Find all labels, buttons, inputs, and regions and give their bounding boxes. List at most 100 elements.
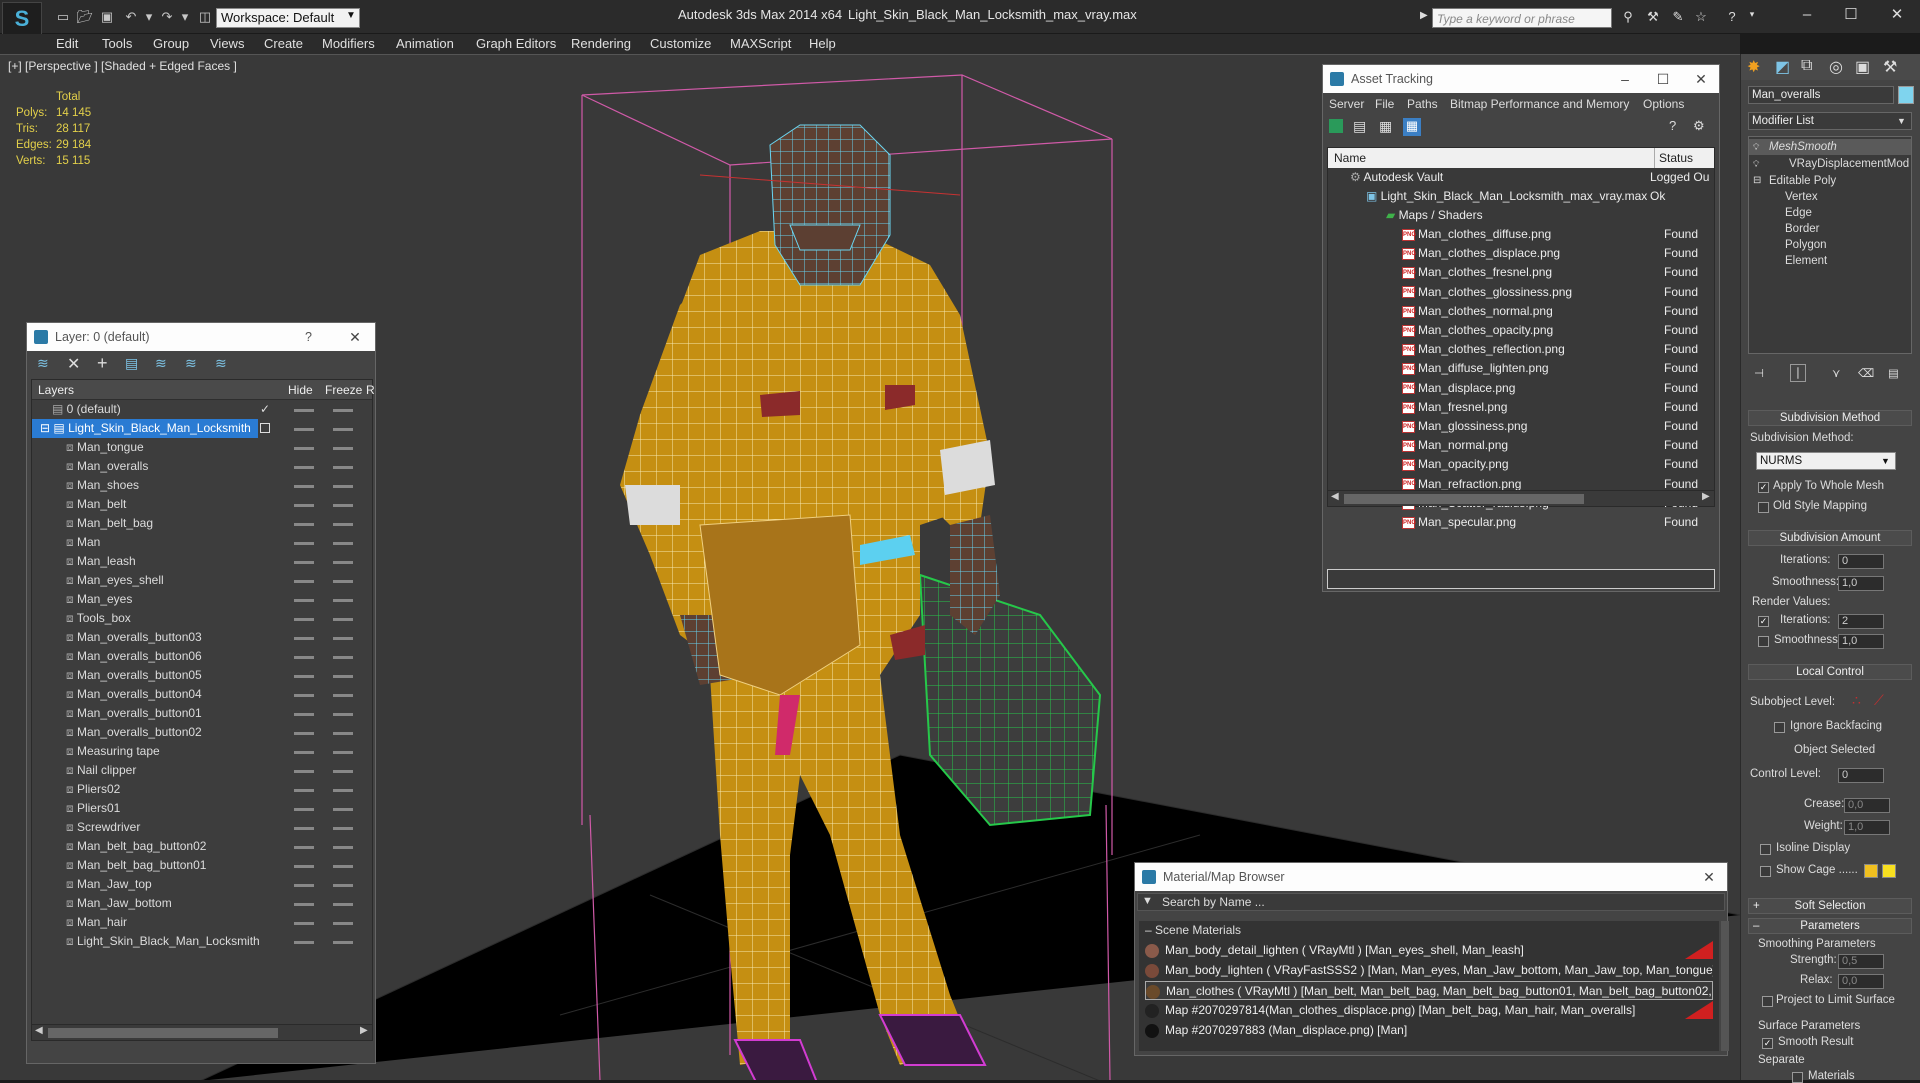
menu-server[interactable]: Server — [1329, 97, 1364, 111]
create-tab-icon[interactable]: ✸ — [1747, 57, 1760, 77]
asset-file-row[interactable]: PNG Man_specular.png Found — [1402, 513, 1712, 532]
help-button[interactable]: ? — [305, 323, 312, 351]
freeze-toggle[interactable]: ▬▬ — [333, 818, 353, 837]
close-button[interactable]: ✕ — [337, 323, 373, 351]
layer-row-default[interactable]: ▤ 0 (default) ✓ ▬▬ ▬▬ — [32, 400, 372, 419]
hide-toggle[interactable]: ▬▬ — [294, 685, 314, 704]
configure-sets-icon[interactable]: ▤ — [1888, 366, 1899, 380]
layer-object-row[interactable]: ⧈ Pliers02 ▬▬ ▬▬ — [32, 780, 372, 799]
menu-options[interactable]: Options — [1643, 97, 1684, 111]
workspace-dropdown[interactable]: Workspace: Default — [216, 8, 360, 28]
chevron-down-icon[interactable]: ▼ — [346, 10, 356, 21]
hide-toggle[interactable]: ▬▬ — [294, 590, 314, 609]
modifier-stack[interactable]: 💡︎ MeshSmooth 💡︎ VRayDisplacementMod ⊟ E… — [1748, 136, 1912, 354]
hide-toggle[interactable]: ▬▬ — [294, 514, 314, 533]
hierarchy-tab-icon[interactable]: ⧉ — [1801, 57, 1812, 75]
hide-toggle[interactable]: ▬▬ — [294, 438, 314, 457]
asset-file-row[interactable]: PNG Man_displace.png Found — [1402, 379, 1712, 398]
hide-toggle[interactable]: ▬▬ — [294, 457, 314, 476]
asset-path-field[interactable] — [1327, 569, 1715, 589]
hide-toggle[interactable]: ▬▬ — [294, 476, 314, 495]
hide-all-icon[interactable]: ≋ — [185, 355, 197, 372]
scene-materials-header[interactable]: – Scene Materials — [1139, 921, 1719, 939]
layer-object-row[interactable]: ⧈ Man_belt ▬▬ ▬▬ — [32, 495, 372, 514]
menu-graph-editors[interactable]: Graph Editors — [476, 34, 556, 54]
material-scrollbar[interactable] — [1721, 921, 1729, 1051]
asset-file-row[interactable]: PNG Man_clothes_glossiness.png Found — [1402, 283, 1712, 302]
layer-object-row[interactable]: ⧈ Man_tongue ▬▬ ▬▬ — [32, 438, 372, 457]
create-layer-icon[interactable]: ≋ — [37, 355, 49, 372]
add-selection-icon[interactable]: + — [97, 353, 108, 374]
stack-editable-poly[interactable]: ⊟ Editable Poly — [1749, 173, 1911, 189]
pin-stack-icon[interactable]: ⊣ — [1754, 366, 1764, 380]
freeze-toggle[interactable]: ▬▬ — [333, 742, 353, 761]
show-end-result-icon[interactable]: ❘ — [1790, 364, 1806, 382]
vault-row[interactable]: ⚙ Autodesk Vault Logged Ou — [1350, 168, 1710, 187]
freeze-all-icon[interactable]: ≋ — [215, 355, 227, 372]
freeze-toggle[interactable]: ▬▬ — [333, 761, 353, 780]
freeze-toggle[interactable]: ▬▬ — [333, 704, 353, 723]
menu-views[interactable]: Views — [210, 34, 244, 54]
project-limit-checkbox[interactable] — [1762, 996, 1773, 1007]
menu-group[interactable]: Group — [153, 34, 189, 54]
hide-toggle[interactable]: ▬▬ — [294, 742, 314, 761]
help-dropdown-icon[interactable]: ▾ — [1744, 9, 1760, 25]
help-icon[interactable]: ? — [1724, 9, 1740, 25]
menu-file[interactable]: File — [1375, 97, 1394, 111]
hide-toggle[interactable]: ▬▬ — [294, 609, 314, 628]
layer-object-row[interactable]: ⧈ Nail clipper ▬▬ ▬▬ — [32, 761, 372, 780]
render-iterations-spinner[interactable]: 2 — [1838, 614, 1884, 629]
expand-icon[interactable]: + — [1753, 899, 1760, 913]
material-item[interactable]: Man_body_detail_lighten ( VRayMtl ) [Man… — [1145, 941, 1713, 960]
materials-checkbox[interactable] — [1792, 1072, 1803, 1083]
bulb-icon[interactable]: 💡︎ — [1753, 139, 1759, 155]
chevron-down-icon[interactable]: ▼ — [1881, 453, 1890, 469]
active-check-icon[interactable]: ✓ — [260, 400, 270, 419]
freeze-toggle[interactable]: ▬▬ — [333, 609, 353, 628]
stack-element[interactable]: Element — [1749, 253, 1911, 269]
hide-toggle[interactable]: ▬▬ — [294, 780, 314, 799]
freeze-toggle[interactable]: ▬▬ — [333, 476, 353, 495]
hide-toggle[interactable]: ▬▬ — [294, 875, 314, 894]
minimize-icon[interactable]: – — [1790, 4, 1824, 26]
apply-whole-mesh-checkbox[interactable]: ✓ — [1758, 482, 1769, 493]
hide-toggle[interactable]: ▬▬ — [294, 723, 314, 742]
iterations-spinner[interactable]: 0 — [1838, 554, 1884, 569]
close-icon[interactable]: ✕ — [1691, 863, 1727, 891]
freeze-toggle[interactable]: ▬▬ — [333, 723, 353, 742]
layer-object-row[interactable]: ⧈ Man_Jaw_bottom ▬▬ ▬▬ — [32, 894, 372, 913]
modifier-list-dropdown[interactable]: Modifier List ▼ — [1748, 112, 1912, 130]
search-input[interactable]: Search by Name ... — [1162, 895, 1265, 909]
freeze-toggle[interactable]: ▬▬ — [333, 590, 353, 609]
render-smoothness-spinner[interactable]: 1,0 — [1838, 634, 1884, 649]
col-status[interactable]: Status — [1654, 148, 1693, 168]
stack-vertex[interactable]: Vertex — [1749, 189, 1911, 205]
new-file-icon[interactable]: ▭ — [54, 8, 72, 26]
asset-file-row[interactable]: PNG Man_clothes_fresnel.png Found — [1402, 263, 1712, 282]
freeze-toggle[interactable]: ▬▬ — [333, 438, 353, 457]
smoothness-spinner[interactable]: 1,0 — [1838, 576, 1884, 591]
layer-object-row[interactable]: ⧈ Man_overalls_button03 ▬▬ ▬▬ — [32, 628, 372, 647]
material-item[interactable]: Man_clothes ( VRayMtl ) [Man_belt, Man_b… — [1145, 981, 1713, 1000]
asset-file-row[interactable]: PNG Man_clothes_normal.png Found — [1402, 302, 1712, 321]
layer-object-row[interactable]: ⧈ Man_belt_bag_button02 ▬▬ ▬▬ — [32, 837, 372, 856]
hide-toggle[interactable]: ▬▬ — [294, 837, 314, 856]
menu-paths[interactable]: Paths — [1407, 97, 1438, 111]
layer-object-row[interactable]: ⧈ Pliers01 ▬▬ ▬▬ — [32, 799, 372, 818]
col-render[interactable]: R — [366, 383, 375, 397]
layer-object-row[interactable]: ⧈ Man_hair ▬▬ ▬▬ — [32, 913, 372, 932]
freeze-toggle[interactable]: ▬▬ — [333, 894, 353, 913]
col-hide[interactable]: Hide — [288, 383, 313, 397]
maps-folder-row[interactable]: ▰ Maps / Shaders — [1386, 206, 1686, 225]
asset-file-row[interactable]: PNG Man_fresnel.png Found — [1402, 398, 1712, 417]
scroll-right-icon[interactable]: ▶ — [1702, 491, 1710, 502]
undo-icon[interactable]: ↶ — [122, 8, 140, 26]
cage-color-swatch-2[interactable] — [1882, 864, 1896, 878]
horizontal-scrollbar[interactable]: ◀ ▶ — [32, 1024, 372, 1040]
display-tab-icon[interactable]: ▣ — [1855, 57, 1870, 77]
layer-object-row[interactable]: ⧈ Light_Skin_Black_Man_Locksmith ▬▬ ▬▬ — [32, 932, 372, 951]
stack-border[interactable]: Border — [1749, 221, 1911, 237]
edge-level-icon[interactable]: ⟋ — [1874, 692, 1884, 709]
active-layer-toggle[interactable] — [260, 423, 270, 433]
hide-toggle[interactable]: ▬▬ — [294, 932, 314, 951]
